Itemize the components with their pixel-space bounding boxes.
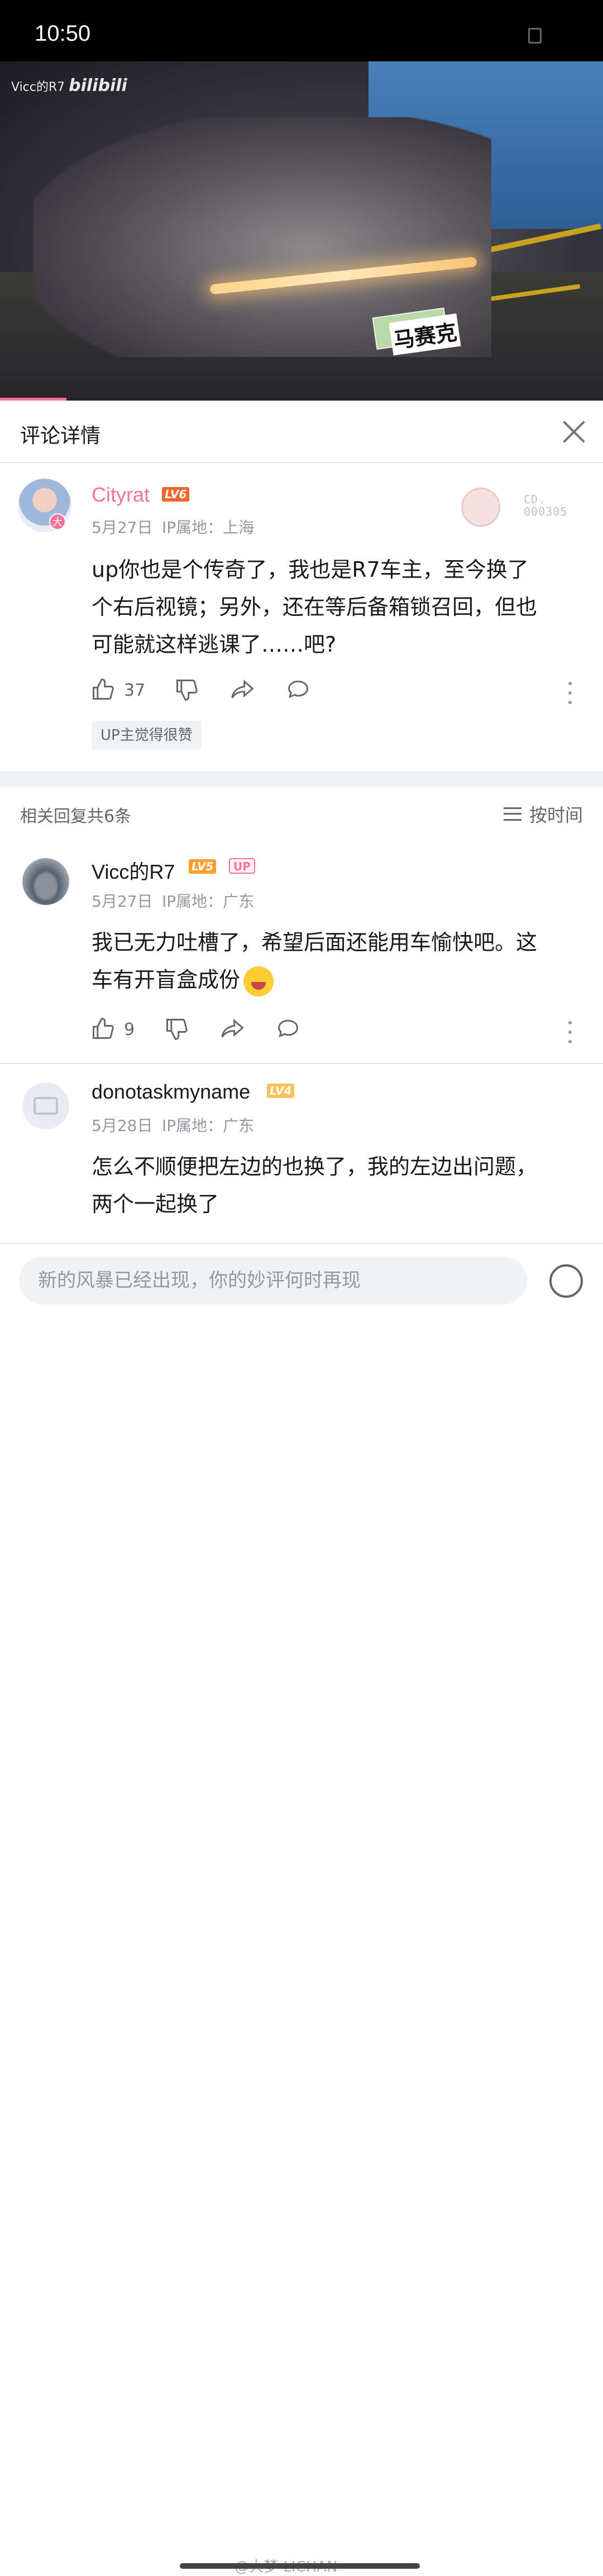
reply-icon[interactable] <box>286 677 310 702</box>
comment-input-bar: @大梦-LICHAN <box>0 1243 603 2575</box>
like-count: 37 <box>124 681 146 700</box>
like-icon[interactable] <box>90 677 115 702</box>
reply-separator <box>0 1063 603 1064</box>
crying-laugh-emoji-icon <box>243 966 274 996</box>
more-options-icon[interactable] <box>568 1021 572 1043</box>
status-time: 10:50 <box>35 21 91 46</box>
reply-text-line: 两个一起换了 <box>92 1192 219 1216</box>
reply-text-line-content: 车有开盲盒成份 <box>92 967 241 992</box>
avatar[interactable] <box>22 1082 69 1129</box>
reply-text-line: 车有开盲盒成份 <box>92 961 537 999</box>
dislike-icon[interactable] <box>174 677 199 702</box>
reply-text-line: 我已无力吐槽了，希望后面还能用车愉快吧。这 <box>92 930 538 955</box>
comment-detail-header: 评论详情 <box>0 401 603 463</box>
status-bar: 10:50 <box>0 0 603 61</box>
sort-list-icon <box>503 807 521 821</box>
collection-label: CD. 000305 <box>524 493 567 518</box>
reply-text: 我已无力吐槽了，希望后面还能用车愉快吧。这 车有开盲盒成份 <box>92 924 537 999</box>
ip-location: IP属地：广东 <box>162 1116 255 1135</box>
like-count: 9 <box>124 1020 135 1039</box>
bilibili-logo: bilibili <box>69 76 127 95</box>
collection-label-line: CD. <box>524 493 546 506</box>
replies-count: 相关回复共6条 <box>20 807 132 826</box>
tv-placeholder-icon <box>34 1097 58 1115</box>
level-badge: LV5 <box>189 859 217 874</box>
comment-text: up你也是个传奇了，我也是R7车主，至今换了 个右后视镜；另外，还在等后备箱锁召… <box>92 551 537 663</box>
comment-date: 5月28日 <box>92 1116 153 1135</box>
reply-text: 怎么不顺便把左边的也换了，我的左边出问题， 两个一起换了 <box>92 1148 537 1223</box>
level-badge: LV6 <box>162 487 190 502</box>
reply-text-line: 怎么不顺便把左边的也换了，我的左边出问题， <box>92 1154 538 1179</box>
more-options-icon[interactable] <box>568 682 572 704</box>
up-liked-tag: UP主觉得很赞 <box>92 721 202 750</box>
section-divider <box>0 771 603 787</box>
dislike-icon[interactable] <box>164 1017 189 1041</box>
page-title: 评论详情 <box>20 425 101 447</box>
ip-location: IP属地：上海 <box>162 518 255 537</box>
username[interactable]: donotaskmyname <box>92 1080 250 1104</box>
reply-icon[interactable] <box>276 1017 300 1041</box>
close-icon[interactable] <box>559 417 588 446</box>
like-icon[interactable] <box>90 1017 115 1041</box>
username[interactable]: Cityrat <box>92 483 150 507</box>
up-badge: UP <box>229 858 255 874</box>
avatar[interactable] <box>22 858 69 905</box>
comment-text-line: up你也是个传奇了，我也是R7车主，至今换了 <box>92 557 529 582</box>
level-badge: LV4 <box>267 1084 295 1098</box>
comment-date: 5月27日 <box>92 518 153 537</box>
sort-button[interactable]: 按时间 <box>503 801 583 827</box>
video-watermark-user: Vicc的R7 <box>11 80 65 94</box>
comment-input[interactable] <box>19 1256 527 1304</box>
home-indicator[interactable] <box>180 2563 420 2569</box>
ip-location: IP属地：广东 <box>162 892 255 911</box>
collection-label-line: 000305 <box>524 505 568 518</box>
sort-label: 按时间 <box>529 805 583 826</box>
share-icon[interactable] <box>220 1017 245 1041</box>
avatar-badge: 大 <box>49 513 66 530</box>
comment-date: 5月27日 <box>92 892 153 911</box>
emoji-icon[interactable] <box>549 1264 583 1298</box>
collection-sticker-icon <box>461 488 500 527</box>
comment-text-line: 个右后视镜；另外，还在等后备箱锁召回，但也 <box>92 595 538 619</box>
comment-text-line: 可能就这样逃课了……吧? <box>92 632 337 657</box>
video-player[interactable]: 马赛克 Vicc的R7 bilibili <box>0 61 603 401</box>
username[interactable]: Vicc的R7 <box>92 856 175 885</box>
battery-icon <box>528 28 542 44</box>
video-watermark: Vicc的R7 bilibili <box>11 76 127 95</box>
share-icon[interactable] <box>230 677 255 702</box>
